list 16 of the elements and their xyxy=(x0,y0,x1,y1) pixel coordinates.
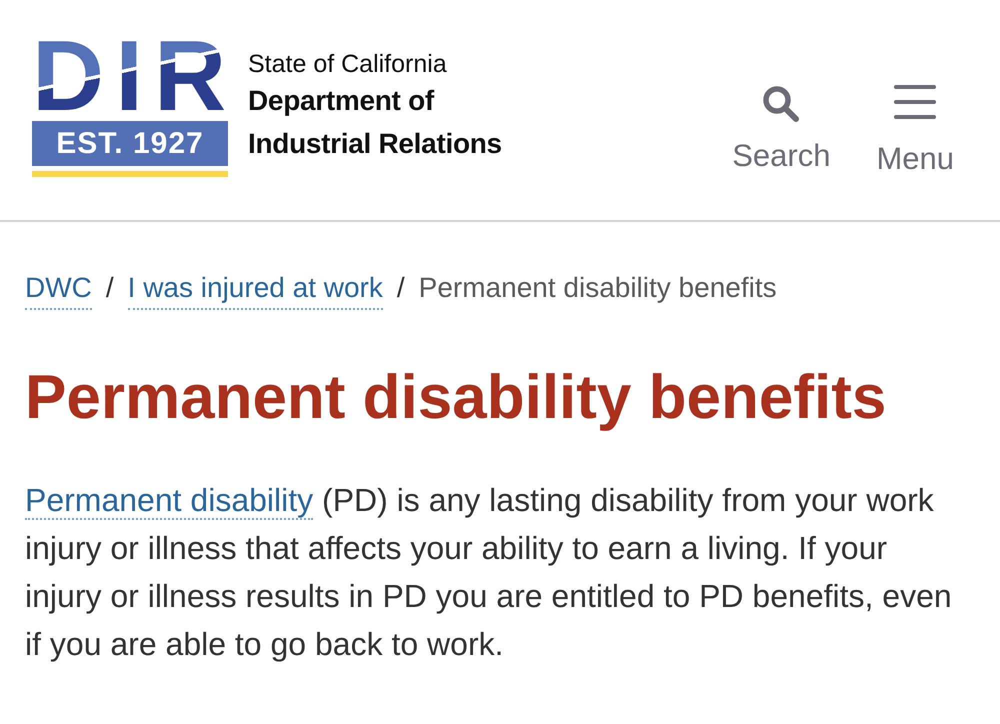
breadcrumb-separator: / xyxy=(396,271,405,305)
state-name: State of California xyxy=(248,49,448,79)
logo-established-banner: EST. 1927 xyxy=(32,121,228,166)
menu-button[interactable]: Menu xyxy=(876,85,954,176)
breadcrumb-link[interactable]: DWC xyxy=(25,270,92,310)
menu-icon xyxy=(894,85,936,119)
breadcrumb-link[interactable]: I was injured at work xyxy=(128,270,383,310)
inline-link[interactable]: Permanent disability xyxy=(25,482,314,520)
search-button[interactable]: Search xyxy=(732,85,830,176)
page-title: Permanent disability benefits xyxy=(25,362,888,434)
intro-paragraph: Permanent disability (PD) is any lasting disability from your work injury or illness that affects your ability to earn a living. If your injury or illness results in PD you are entitled to PD benefits, even if you are able to go back to work. xyxy=(25,481,953,664)
department-name: Department of xyxy=(248,84,436,118)
breadcrumb-current-page: Permanent disability benefits xyxy=(418,271,777,305)
breadcrumb-separator: / xyxy=(106,271,114,305)
department-name: Industrial Relations xyxy=(248,127,502,161)
search-icon xyxy=(762,85,800,123)
